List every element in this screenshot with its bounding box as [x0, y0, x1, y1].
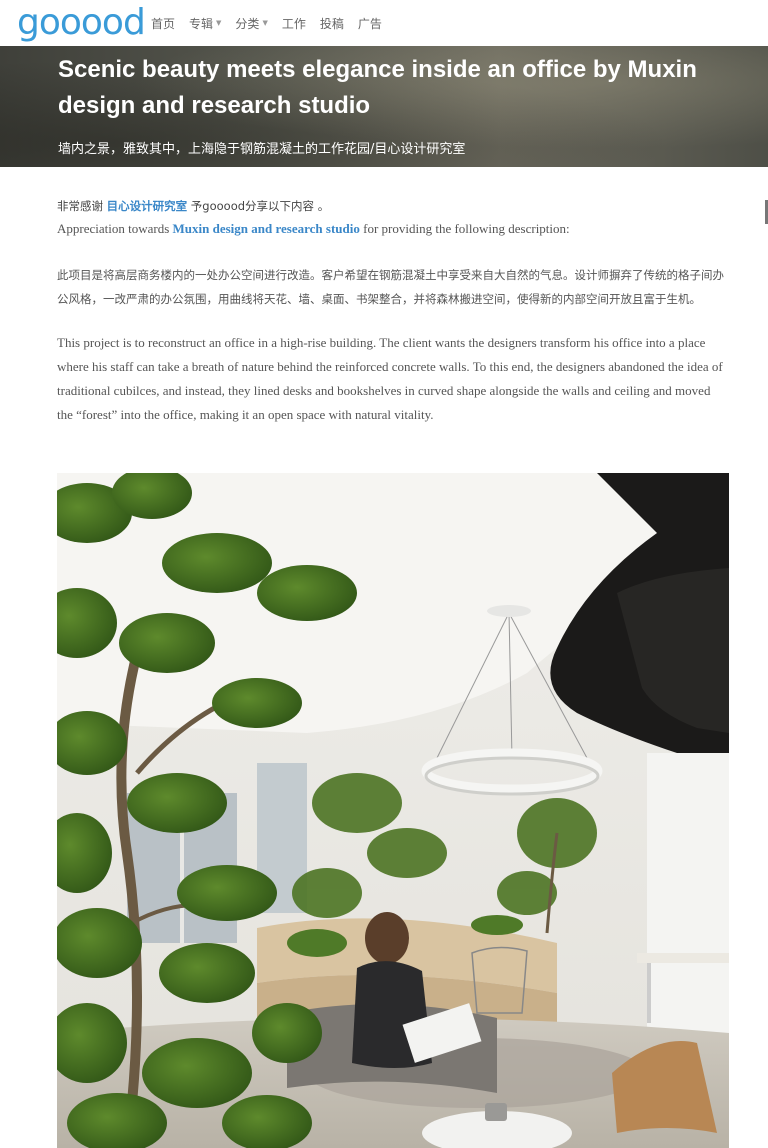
menu-label: 投稿	[319, 16, 344, 31]
main-menu: 首页 专辑 ▼ 分类 ▼ 工作 投稿 广告	[151, 0, 396, 46]
menu-item-albums[interactable]: 专辑 ▼	[189, 15, 221, 32]
credit-text: 予gooood分享以下内容 。	[187, 199, 330, 213]
credit-text: Appreciation towards	[57, 221, 173, 236]
menu-label: 广告	[357, 16, 382, 31]
top-nav: gooood 首页 专辑 ▼ 分类 ▼ 工作 投稿 广告	[0, 0, 768, 46]
caret-down-icon: ▼	[262, 19, 268, 27]
menu-item-home[interactable]: 首页	[151, 15, 175, 32]
project-photo[interactable]	[57, 473, 729, 1148]
credit-en: Appreciation towards Muxin design and re…	[57, 217, 729, 241]
menu-item-submit[interactable]: 投稿	[320, 15, 344, 32]
page-title: Scenic beauty meets elegance inside an o…	[58, 56, 697, 119]
hero-banner: Scenic beauty meets elegance inside an o…	[0, 46, 768, 167]
page-subtitle: 墙内之景，雅致其中，上海隐于钢筋混凝土的工作花园/目心设计研究室	[58, 142, 466, 157]
menu-item-ads[interactable]: 广告	[358, 15, 382, 32]
office-interior-illustration	[57, 473, 729, 1148]
menu-label: 专辑	[189, 16, 214, 31]
menu-item-jobs[interactable]: 工作	[282, 15, 306, 32]
menu-item-categories[interactable]: 分类 ▼	[235, 15, 267, 32]
description-en: This project is to reconstruct an office…	[57, 335, 723, 422]
site-logo[interactable]: gooood	[17, 0, 146, 46]
article-body: 非常感谢 目心设计研究室 予gooood分享以下内容 。 Appreciatio…	[57, 195, 729, 427]
credit-text: for providing the following description:	[359, 221, 570, 236]
caret-down-icon: ▼	[216, 19, 222, 27]
menu-label: 首页	[151, 16, 176, 31]
menu-label: 工作	[281, 16, 306, 31]
studio-link-en[interactable]: Muxin design and research studio	[173, 221, 360, 236]
studio-link-cn[interactable]: 目心设计研究室	[107, 199, 188, 213]
description-cn: 此项目是将高层商务楼内的一处办公空间进行改造。客户希望在钢筋混凝土中享受来自大自…	[57, 268, 724, 306]
credit-text: 非常感谢	[57, 199, 107, 213]
menu-label: 分类	[235, 16, 260, 31]
credit-cn: 非常感谢 目心设计研究室 予gooood分享以下内容 。	[57, 195, 729, 217]
